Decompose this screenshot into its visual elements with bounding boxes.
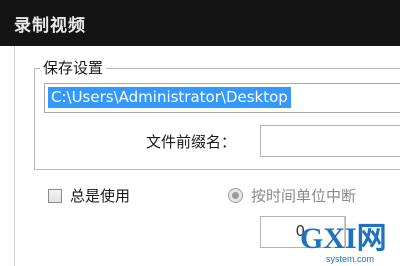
gxi-watermark-logo: GXI网 system.com bbox=[300, 222, 387, 264]
stop-by-time-label: 按时间单位中断 bbox=[251, 187, 357, 205]
watermark-brand: GXI网 bbox=[300, 222, 387, 255]
save-settings-legend: 保存设置 bbox=[40, 57, 107, 78]
save-path-input[interactable]: C:\Users\Administrator\Desktop bbox=[44, 83, 400, 113]
always-use-option[interactable]: 总是使用 bbox=[48, 185, 130, 206]
title-bar[interactable]: 录制视频 bbox=[0, 0, 400, 46]
stop-by-time-radio[interactable] bbox=[228, 188, 243, 203]
file-prefix-label: 文件前缀名： bbox=[146, 133, 237, 151]
file-prefix-input[interactable] bbox=[260, 125, 400, 157]
record-video-dialog: 录制视频 保存设置 C:\Users\Administrator\Desktop… bbox=[0, 0, 400, 266]
watermark-site: system.com bbox=[326, 254, 374, 264]
dialog-left-border bbox=[0, 46, 15, 266]
stop-by-time-option[interactable]: 按时间单位中断 bbox=[228, 185, 356, 206]
always-use-checkbox[interactable] bbox=[48, 188, 62, 203]
save-path-value: C:\Users\Administrator\Desktop bbox=[48, 87, 291, 108]
dialog-title: 录制视频 bbox=[14, 16, 86, 36]
radio-selected-dot bbox=[232, 192, 239, 199]
always-use-label: 总是使用 bbox=[70, 187, 131, 205]
